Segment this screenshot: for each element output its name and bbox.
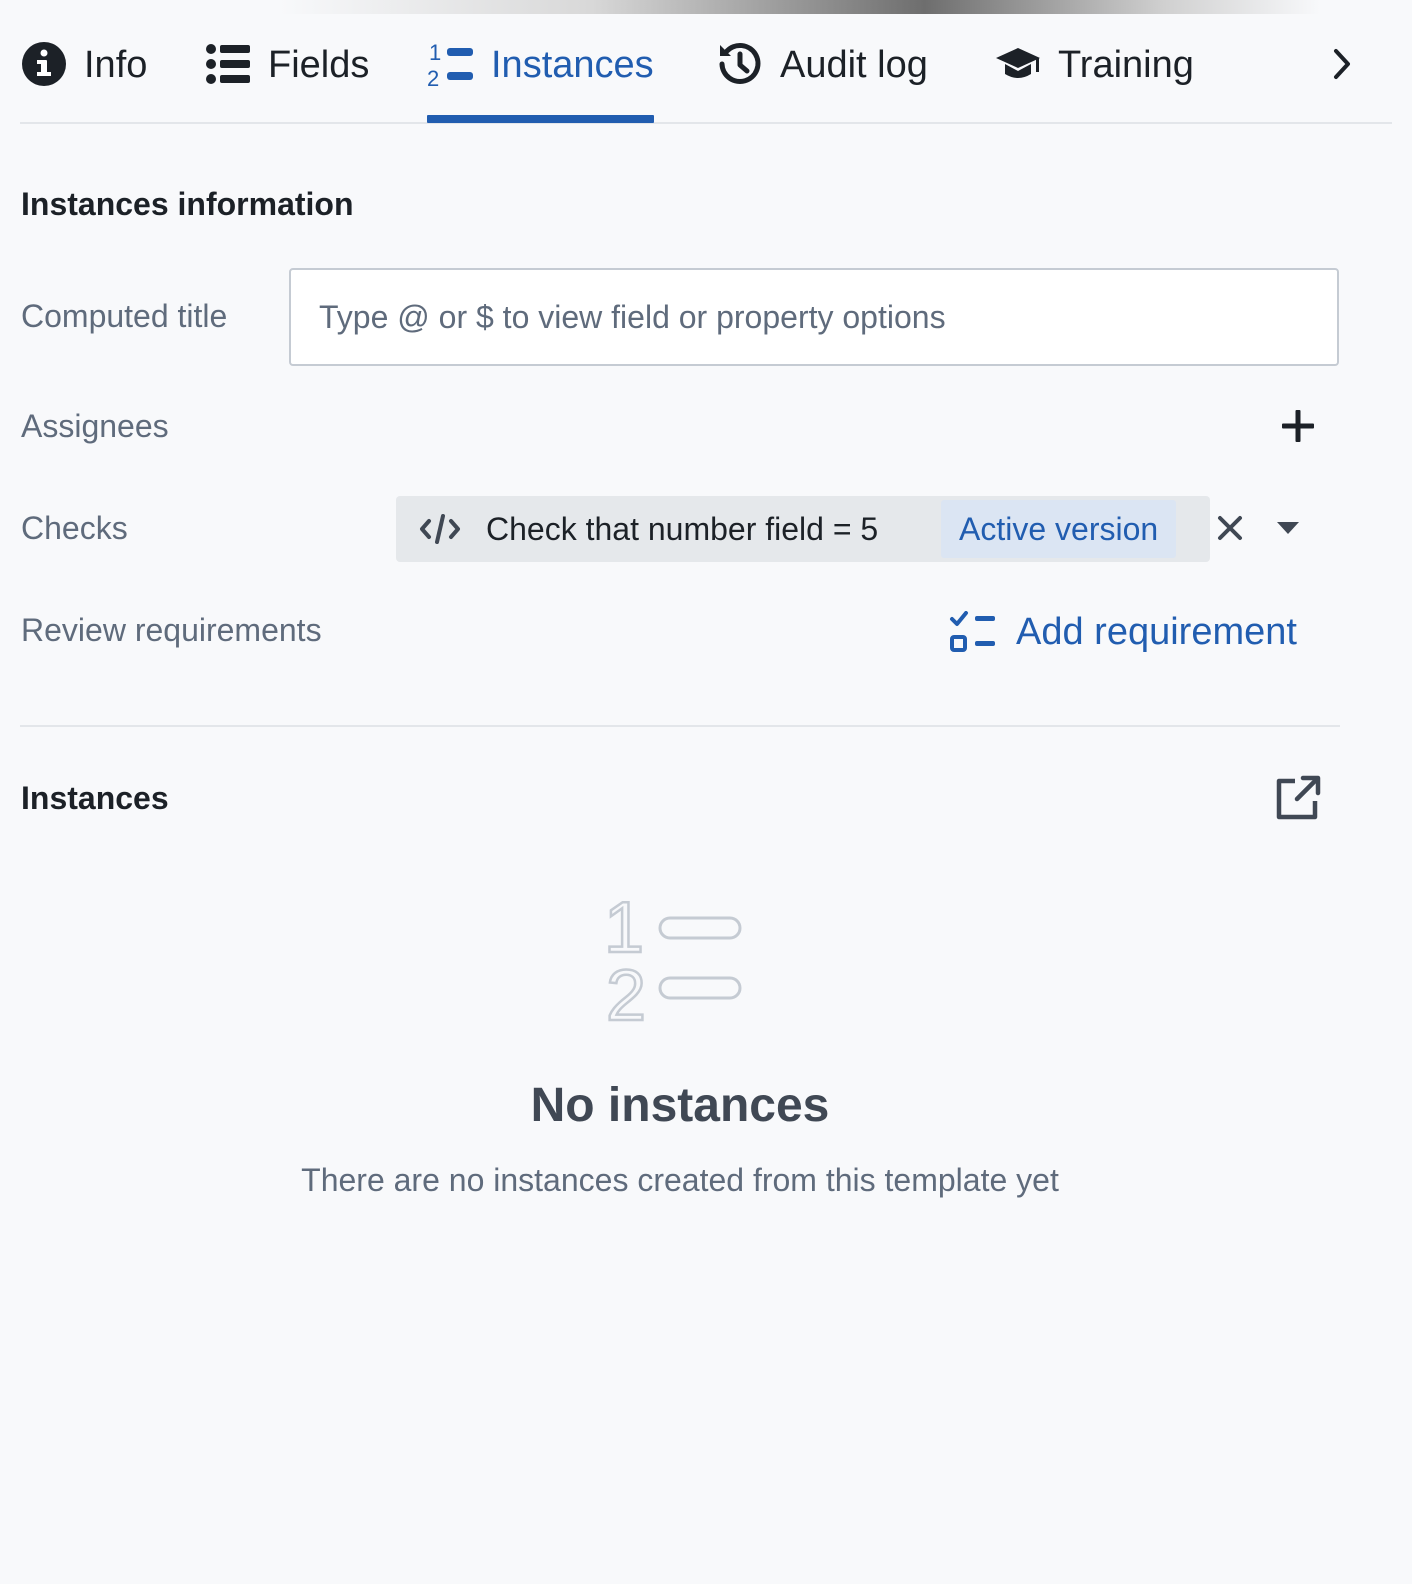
tab-training-label: Training [1058,44,1194,86]
svg-text:2: 2 [606,956,646,1026]
checks-label: Checks [21,510,128,546]
history-icon [716,40,764,88]
top-shadow [280,0,1320,14]
chevron-right-icon [1330,47,1354,86]
graduation-cap-icon [994,40,1042,88]
add-assignee-button[interactable] [1278,408,1318,448]
tab-fields[interactable]: Fields [204,28,369,120]
computed-title-label: Computed title [21,298,228,334]
remove-check-button[interactable] [1212,512,1248,548]
tab-fields-label: Fields [268,44,370,86]
instances-information-heading: Instances information [21,186,354,222]
tab-info-label: Info [84,44,148,86]
close-icon [1217,515,1243,546]
tab-info[interactable]: Info [20,28,147,120]
active-version-badge: Active version [941,500,1177,558]
open-instances-button[interactable] [1274,775,1322,826]
add-requirement-label: Add requirement [1016,610,1297,653]
checks-dropdown-button[interactable] [1268,512,1308,548]
tab-training[interactable]: Training [994,28,1194,120]
computed-title-input[interactable] [289,268,1339,366]
code-icon [418,507,462,551]
numbered-list-icon: 12 [427,40,475,88]
svg-text:1: 1 [429,40,441,65]
caret-down-icon [1276,521,1300,540]
check-tag-text: Check that number field = 5 [486,510,879,547]
section-divider [20,725,1340,727]
checklist-icon [948,608,998,656]
empty-state-title: No instances [530,1079,830,1132]
tab-audit-log[interactable]: Audit log [716,28,928,120]
check-tag[interactable]: Check that number field = 5 Active versi… [396,496,1210,562]
instances-heading: Instances [21,780,169,816]
tab-instances[interactable]: 12 Instances [427,28,654,123]
info-icon [20,40,68,88]
empty-state-description: There are no instances created from this… [301,1162,1059,1198]
tab-bar: Info Fields 12 Instances Audit log Train… [20,28,1392,124]
assignees-label: Assignees [21,408,169,444]
svg-text:2: 2 [427,66,439,88]
review-requirements-label: Review requirements [21,612,322,648]
plus-icon [1280,408,1316,449]
tab-instances-label: Instances [491,44,654,86]
external-link-icon [1275,775,1321,826]
tab-audit-log-label: Audit log [780,44,928,86]
scroll-tabs-right-button[interactable] [1322,46,1362,86]
add-requirement-button[interactable]: Add requirement [948,606,1297,658]
properties-icon [204,40,252,88]
numbered-list-icon: 1 2 [603,887,744,1037]
